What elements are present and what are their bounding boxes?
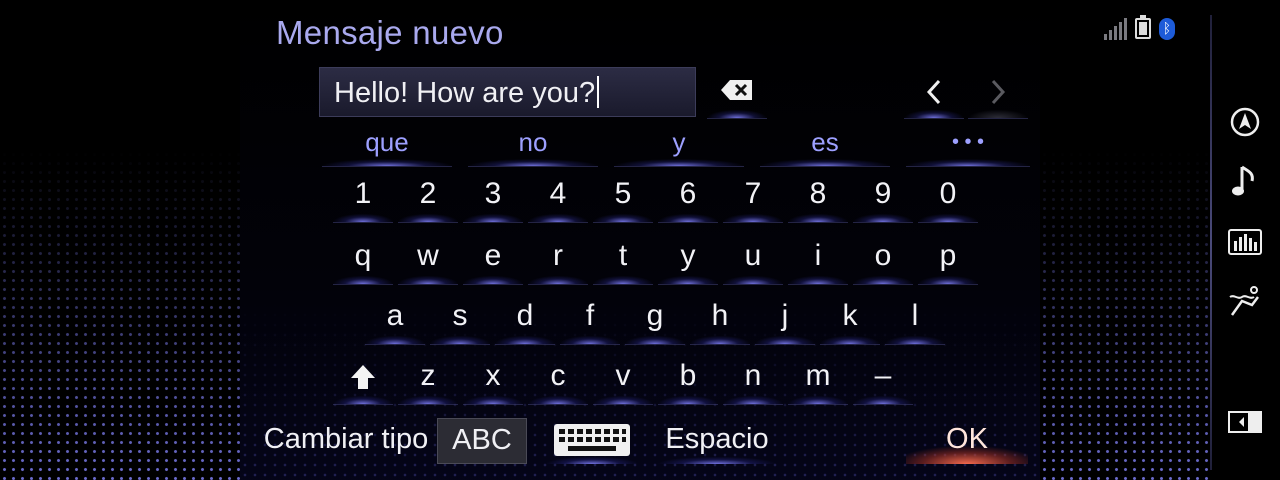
key-t[interactable]: t [593,232,653,285]
key-5[interactable]: 5 [593,170,653,223]
keyboard-icon [554,424,630,456]
suggestion-button[interactable]: no [468,122,598,167]
text-caret [597,76,600,108]
cursor-left-button[interactable] [904,66,964,119]
key-dash[interactable]: – [853,352,913,405]
key-j[interactable]: j [755,292,815,345]
shift-button[interactable] [333,352,393,405]
status-bar: ᛒ [1104,15,1175,40]
screen-split-icon[interactable] [1226,403,1264,441]
key-w[interactable]: w [398,232,458,285]
key-g[interactable]: g [625,292,685,345]
message-input[interactable]: Hello! How are you? [319,67,696,117]
suggestion-button[interactable]: es [760,122,890,167]
page-title: Mensaje nuevo [276,14,504,51]
key-z[interactable]: z [398,352,458,405]
navigation-icon[interactable] [1226,103,1264,141]
keyboard-layout-button[interactable] [546,418,638,464]
key-3[interactable]: 3 [463,170,523,223]
key-m[interactable]: m [788,352,848,405]
backspace-icon [721,80,753,100]
key-o[interactable]: o [853,232,913,285]
key-s[interactable]: s [430,292,490,345]
cursor-right-button[interactable] [968,66,1028,119]
key-2[interactable]: 2 [398,170,458,223]
background-dots-right [1040,150,1210,480]
key-i[interactable]: i [788,232,848,285]
message-input-text: Hello! How are you? [334,77,596,109]
key-v[interactable]: v [593,352,653,405]
key-d[interactable]: d [495,292,555,345]
background-dots-left [0,150,245,480]
change-type-button[interactable]: Cambiar tipo [258,418,434,464]
space-button[interactable]: Espacio [658,418,776,464]
key-k[interactable]: k [820,292,880,345]
key-b[interactable]: b [658,352,718,405]
suggestion-button[interactable]: y [614,122,744,167]
key-l[interactable]: l [885,292,945,345]
key-9[interactable]: 9 [853,170,913,223]
key-p[interactable]: p [918,232,978,285]
abc-mode-button[interactable]: ABC [437,418,527,464]
chevron-left-icon [926,79,941,105]
more-suggestions-button[interactable]: • • • [906,122,1030,167]
key-h[interactable]: h [690,292,750,345]
key-q[interactable]: q [333,232,393,285]
shift-arrow-icon [351,365,375,389]
backspace-button[interactable] [707,66,767,119]
key-x[interactable]: x [463,352,523,405]
key-e[interactable]: e [463,232,523,285]
battery-icon [1135,15,1151,39]
key-n[interactable]: n [723,352,783,405]
key-a[interactable]: a [365,292,425,345]
key-y[interactable]: y [658,232,718,285]
key-1[interactable]: 1 [333,170,393,223]
key-c[interactable]: c [528,352,588,405]
ok-button[interactable]: OK [906,418,1028,464]
chevron-right-icon [991,79,1006,105]
sidebar-divider [1210,15,1212,470]
key-u[interactable]: u [723,232,783,285]
key-6[interactable]: 6 [658,170,718,223]
key-8[interactable]: 8 [788,170,848,223]
music-note-icon[interactable] [1226,163,1264,201]
key-f[interactable]: f [560,292,620,345]
key-0[interactable]: 0 [918,170,978,223]
key-r[interactable]: r [528,232,588,285]
key-4[interactable]: 4 [528,170,588,223]
equalizer-icon[interactable] [1226,223,1264,261]
suggestion-button[interactable]: que [322,122,452,167]
signal-icon [1104,18,1127,40]
bluetooth-icon: ᛒ [1159,18,1175,40]
seat-climate-icon[interactable] [1226,283,1264,321]
key-7[interactable]: 7 [723,170,783,223]
